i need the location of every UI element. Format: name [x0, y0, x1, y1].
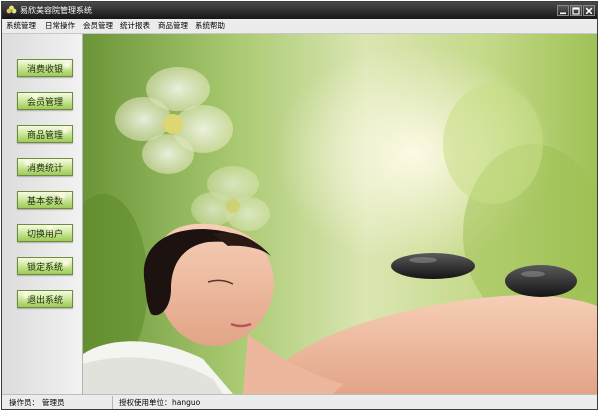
checkout-button-label: 消费收银	[26, 64, 63, 75]
maximize-button[interactable]	[570, 5, 582, 16]
minimize-button[interactable]	[557, 5, 569, 16]
spa-banner-image	[83, 34, 597, 394]
licensee-value: hanguo	[172, 398, 201, 407]
minimize-icon	[560, 12, 566, 14]
maximize-icon	[572, 6, 580, 15]
status-bar: 操作员： 管理员 授权使用单位： hanguo	[2, 394, 597, 409]
member-management-button-label: 会员管理	[26, 97, 63, 108]
menu-help[interactable]: 系统帮助	[195, 21, 225, 31]
licensee-label: 授权使用单位：	[119, 398, 172, 407]
close-icon	[585, 7, 593, 14]
switch-user-button-label: 切换用户	[26, 229, 63, 240]
close-button[interactable]	[583, 5, 595, 16]
operator-label: 操作员：	[9, 398, 39, 407]
member-management-button[interactable]: 会员管理	[17, 92, 73, 110]
main-window: 易欣美容院管理系统 系统管理 日常操作 会员管理 统计报表 商品管理 系统帮助 …	[1, 1, 598, 410]
basic-params-button-label: 基本参数	[26, 196, 63, 207]
operator-value: 管理员	[42, 398, 65, 407]
menu-bar: 系统管理 日常操作 会员管理 统计报表 商品管理 系统帮助	[2, 19, 597, 34]
app-flower-icon	[6, 5, 17, 14]
menu-daily[interactable]: 日常操作	[45, 21, 75, 31]
switch-user-button[interactable]: 切换用户	[17, 224, 73, 242]
menu-system[interactable]: 系统管理	[6, 21, 36, 31]
menu-products[interactable]: 商品管理	[158, 21, 188, 31]
spa-scene-illustration	[83, 34, 597, 394]
title-bar[interactable]: 易欣美容院管理系统	[2, 2, 597, 19]
lock-system-button-label: 锁定系统	[26, 262, 63, 273]
lock-system-button[interactable]: 锁定系统	[17, 257, 73, 275]
exit-system-button[interactable]: 退出系统	[17, 290, 73, 308]
consumption-stats-button-label: 消费统计	[26, 163, 63, 174]
window-title: 易欣美容院管理系统	[20, 6, 92, 15]
status-divider	[112, 396, 113, 409]
product-management-button-label: 商品管理	[26, 130, 63, 141]
sidebar: 消费收银 会员管理 商品管理 消费统计 基本参数 切换用户 锁定系统 退出系统	[2, 34, 83, 394]
product-management-button[interactable]: 商品管理	[17, 125, 73, 143]
consumption-stats-button[interactable]: 消费统计	[17, 158, 73, 176]
menu-reports[interactable]: 统计报表	[120, 21, 150, 31]
exit-system-button-label: 退出系统	[26, 295, 63, 306]
basic-params-button[interactable]: 基本参数	[17, 191, 73, 209]
checkout-button[interactable]: 消费收银	[17, 59, 73, 77]
menu-members[interactable]: 会员管理	[83, 21, 113, 31]
